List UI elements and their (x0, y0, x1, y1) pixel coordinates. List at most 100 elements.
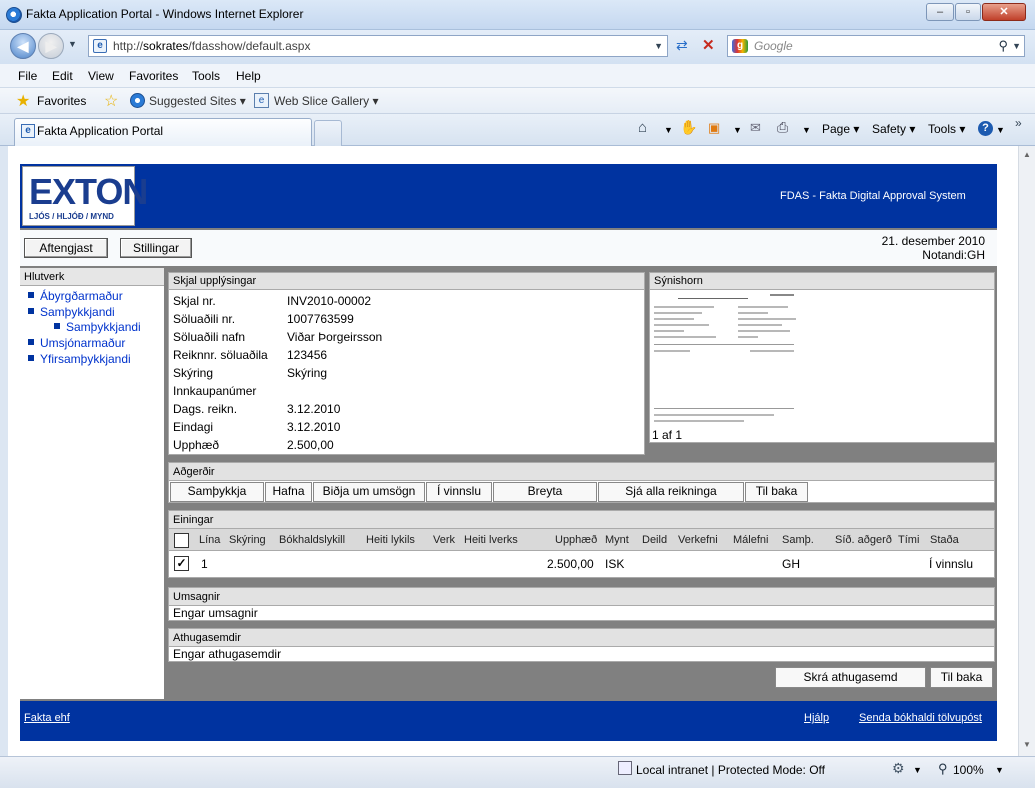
settings-button[interactable]: Stillingar (120, 238, 192, 258)
col-matter: Málefni (733, 534, 769, 546)
approve-button[interactable]: Samþykkja (170, 482, 264, 502)
minimize-icon[interactable]: – (926, 3, 954, 21)
vertical-scrollbar[interactable]: ▲ ▼ (1018, 146, 1035, 756)
logo-subtext: LJÓS / HLJÓÐ / MYND (29, 212, 114, 221)
suggested-sites-link[interactable]: Suggested Sites ▾ (149, 94, 246, 108)
close-icon[interactable]: ✕ (982, 3, 1026, 21)
menu-help[interactable]: Help (236, 69, 261, 83)
url-host: sokrates (143, 39, 189, 53)
invoice-thumbnail[interactable] (650, 290, 800, 430)
actions-header: Aðgerðir (168, 462, 995, 481)
field-value: 3.12.2010 (287, 420, 341, 434)
status-dropdown-icon[interactable]: ▼ (913, 765, 922, 775)
search-icon[interactable]: ⚲ (998, 36, 1008, 56)
favorites-bar: ★ Favorites ☆ Suggested Sites ▾ e Web Sl… (0, 88, 1035, 114)
web-slice-icon: e (254, 93, 269, 108)
in-progress-button[interactable]: Í vinnslu (426, 482, 492, 502)
zoom-level[interactable]: 100% (953, 763, 984, 777)
back-button[interactable]: Til baka (745, 482, 808, 502)
field-label: Innkaupanúmer (173, 384, 257, 398)
home-icon[interactable]: ⌂ (638, 119, 647, 136)
scroll-down-icon[interactable]: ▼ (1023, 740, 1031, 749)
scroll-up-icon[interactable]: ▲ (1023, 150, 1031, 159)
mail-icon[interactable]: ✉ (750, 120, 761, 136)
app-footer (20, 701, 997, 741)
col-status: Staða (930, 534, 959, 546)
forward-icon[interactable]: ▶ (38, 33, 64, 59)
request-review-button[interactable]: Biðja um umsögn (313, 482, 425, 502)
print-dropdown-icon[interactable]: ▼ (802, 125, 811, 135)
field-label: Reiknnr. söluaðila (173, 348, 268, 362)
menu-bar: File Edit View Favorites Tools Help (0, 64, 1035, 88)
hand-icon[interactable]: ✋ (680, 119, 697, 136)
company-link[interactable]: Fakta ehf (24, 712, 70, 724)
col-account: Bókhaldslykill (279, 534, 346, 546)
add-comment-button[interactable]: Skrá athugasemd (775, 667, 926, 688)
col-currency: Mynt (605, 534, 629, 546)
edit-button[interactable]: Breyta (493, 482, 597, 502)
stop-icon[interactable]: ✕ (702, 36, 715, 54)
logo-text: EXTON (29, 171, 148, 212)
zoom-dropdown-icon[interactable]: ▼ (995, 765, 1004, 775)
feeds-icon[interactable]: ▣ (708, 120, 720, 136)
sidebar-item-umsjonarmadur[interactable]: Umsjónarmaður (28, 336, 125, 350)
search-dropdown-icon[interactable]: ▼ (1012, 36, 1021, 56)
reject-button[interactable]: Hafna (265, 482, 312, 502)
zoom-icon[interactable]: ⚲ (938, 761, 948, 777)
menu-view[interactable]: View (88, 69, 114, 83)
menu-tools[interactable]: Tools (192, 69, 220, 83)
print-icon[interactable]: ⎙ (777, 119, 788, 136)
field-value: 123456 (287, 348, 328, 362)
col-line: Lína (199, 534, 221, 546)
home-dropdown-icon[interactable]: ▼ (664, 125, 673, 135)
preview-panel[interactable]: 1 af 1 (649, 290, 995, 443)
sidebar-item-samthykkjandi[interactable]: Samþykkjandi (28, 305, 115, 319)
maximize-icon[interactable]: ▫ (955, 3, 981, 21)
menu-file[interactable]: File (18, 69, 37, 83)
table-row[interactable]: ✓ 1 2.500,00 ISK GH Í vinnslu (168, 551, 995, 578)
col-account-name: Heiti lykils (366, 534, 415, 546)
sidebar-subitem-samthykkjandi[interactable]: Samþykkjandi (54, 320, 141, 334)
new-tab-button[interactable] (314, 120, 342, 146)
page-menu[interactable]: Page ▾ (822, 122, 859, 136)
search-input[interactable]: g Google ⚲ ▼ (727, 35, 1025, 57)
help-icon[interactable]: ? (978, 121, 993, 136)
field-label: Upphæð (173, 438, 220, 452)
favorites-button[interactable]: Favorites (37, 94, 86, 108)
page-icon: e (93, 39, 107, 53)
protected-mode-icon[interactable]: ⚙ (892, 760, 905, 777)
logout-button[interactable]: Aftengjast (24, 238, 108, 258)
add-favorite-icon[interactable]: ☆ (104, 91, 118, 111)
menu-favorites[interactable]: Favorites (129, 69, 178, 83)
safety-menu[interactable]: Safety ▾ (872, 122, 915, 136)
see-all-invoices-button[interactable]: Sjá alla reikninga (598, 482, 744, 502)
help-link[interactable]: Hjálp (804, 712, 829, 724)
sidebar-item-abyrgdarmadur[interactable]: Ábyrgðarmaður (28, 289, 123, 303)
url-prefix: http:// (113, 39, 144, 53)
sidebar-item-yfirsamthykkjandi[interactable]: Yfirsamþykkjandi (28, 352, 131, 366)
field-label: Dags. reikn. (173, 402, 238, 416)
back-icon[interactable]: ◀ (10, 33, 36, 59)
security-zone[interactable]: Local intranet | Protected Mode: Off (636, 763, 825, 777)
exton-logo: EXTON LJÓS / HLJÓÐ / MYND (22, 166, 148, 226)
tools-menu[interactable]: Tools ▾ (928, 122, 965, 136)
menu-edit[interactable]: Edit (52, 69, 73, 83)
window-title: Fakta Application Portal - Windows Inter… (26, 7, 304, 21)
refresh-icon[interactable]: ⇄ (676, 37, 688, 54)
sidebar: Hlutverk Ábyrgðarmaður Samþykkjandi Samþ… (20, 268, 164, 699)
col-last-action: Síð. aðgerð (835, 534, 892, 546)
address-bar[interactable]: e http://sokrates/fdasshow/default.aspx … (88, 35, 668, 57)
row-checkbox[interactable]: ✓ (174, 556, 189, 571)
comments-back-button[interactable]: Til baka (930, 667, 993, 688)
chevron-more-icon[interactable]: » (1015, 116, 1022, 130)
field-label: Skýring (173, 366, 214, 380)
email-accounting-link[interactable]: Senda bókhaldi tölvupóst (859, 712, 982, 724)
tab-fakta[interactable]: e Fakta Application Portal (14, 118, 312, 146)
web-slice-gallery-link[interactable]: Web Slice Gallery ▾ (274, 94, 379, 108)
address-dropdown-icon[interactable]: ▼ (654, 36, 663, 56)
feeds-dropdown-icon[interactable]: ▼ (733, 125, 742, 135)
history-dropdown-icon[interactable]: ▼ (68, 39, 77, 49)
select-all-checkbox[interactable] (174, 533, 189, 548)
help-dropdown-icon[interactable]: ▼ (996, 125, 1005, 135)
row-status: Í vinnslu (929, 557, 974, 571)
